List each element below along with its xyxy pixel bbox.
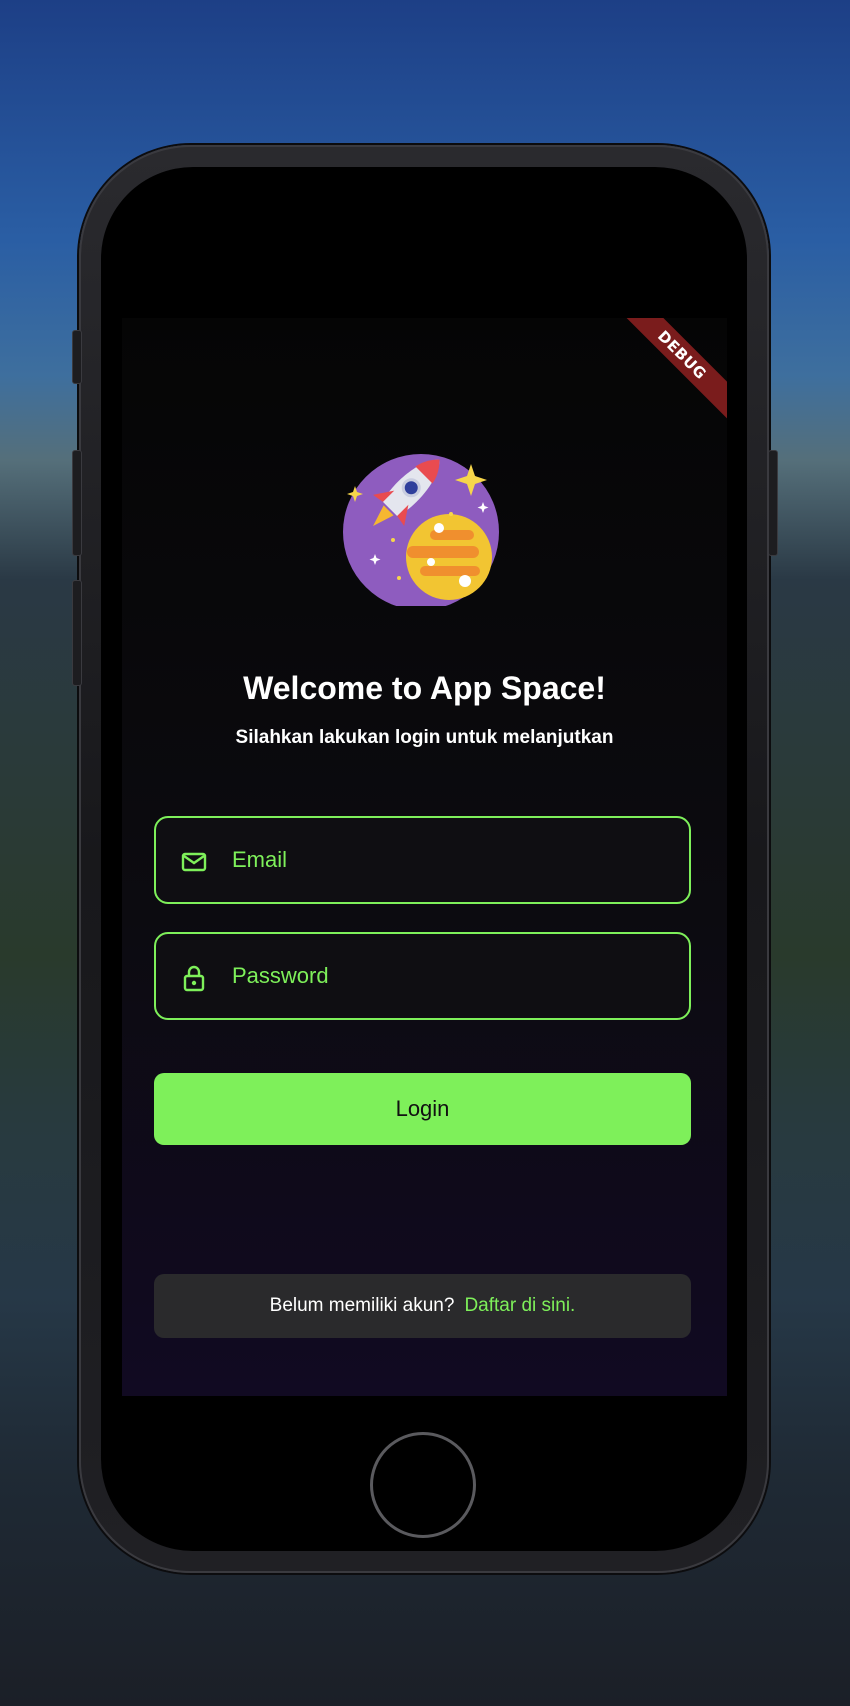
debug-banner: DEBUG	[612, 318, 727, 425]
lock-icon	[183, 965, 205, 992]
register-question: Belum memiliki akun?	[269, 1295, 455, 1316]
password-input[interactable]	[232, 934, 672, 1018]
power-button	[768, 450, 778, 556]
home-button[interactable]	[370, 1432, 476, 1538]
page-subtitle: Silahkan lakukan login untuk melanjutkan	[235, 727, 614, 748]
volume-down-button	[72, 580, 82, 686]
register-prompt: Belum memiliki akun? Daftar di sini.	[154, 1274, 691, 1338]
register-link[interactable]: Daftar di sini.	[464, 1295, 575, 1316]
password-field[interactable]	[154, 932, 691, 1020]
volume-up-button	[72, 450, 82, 556]
login-button[interactable]: Login	[154, 1073, 691, 1145]
app-screen: DEBUG Welcome to App Space! Silahkan lak…	[122, 318, 727, 1396]
mute-switch	[72, 330, 82, 384]
mail-icon	[181, 852, 207, 872]
email-input[interactable]	[232, 818, 672, 902]
app-logo-rocket-planet-icon	[343, 454, 499, 606]
email-field[interactable]	[154, 816, 691, 904]
page-title: Welcome to App Space!	[243, 670, 606, 706]
